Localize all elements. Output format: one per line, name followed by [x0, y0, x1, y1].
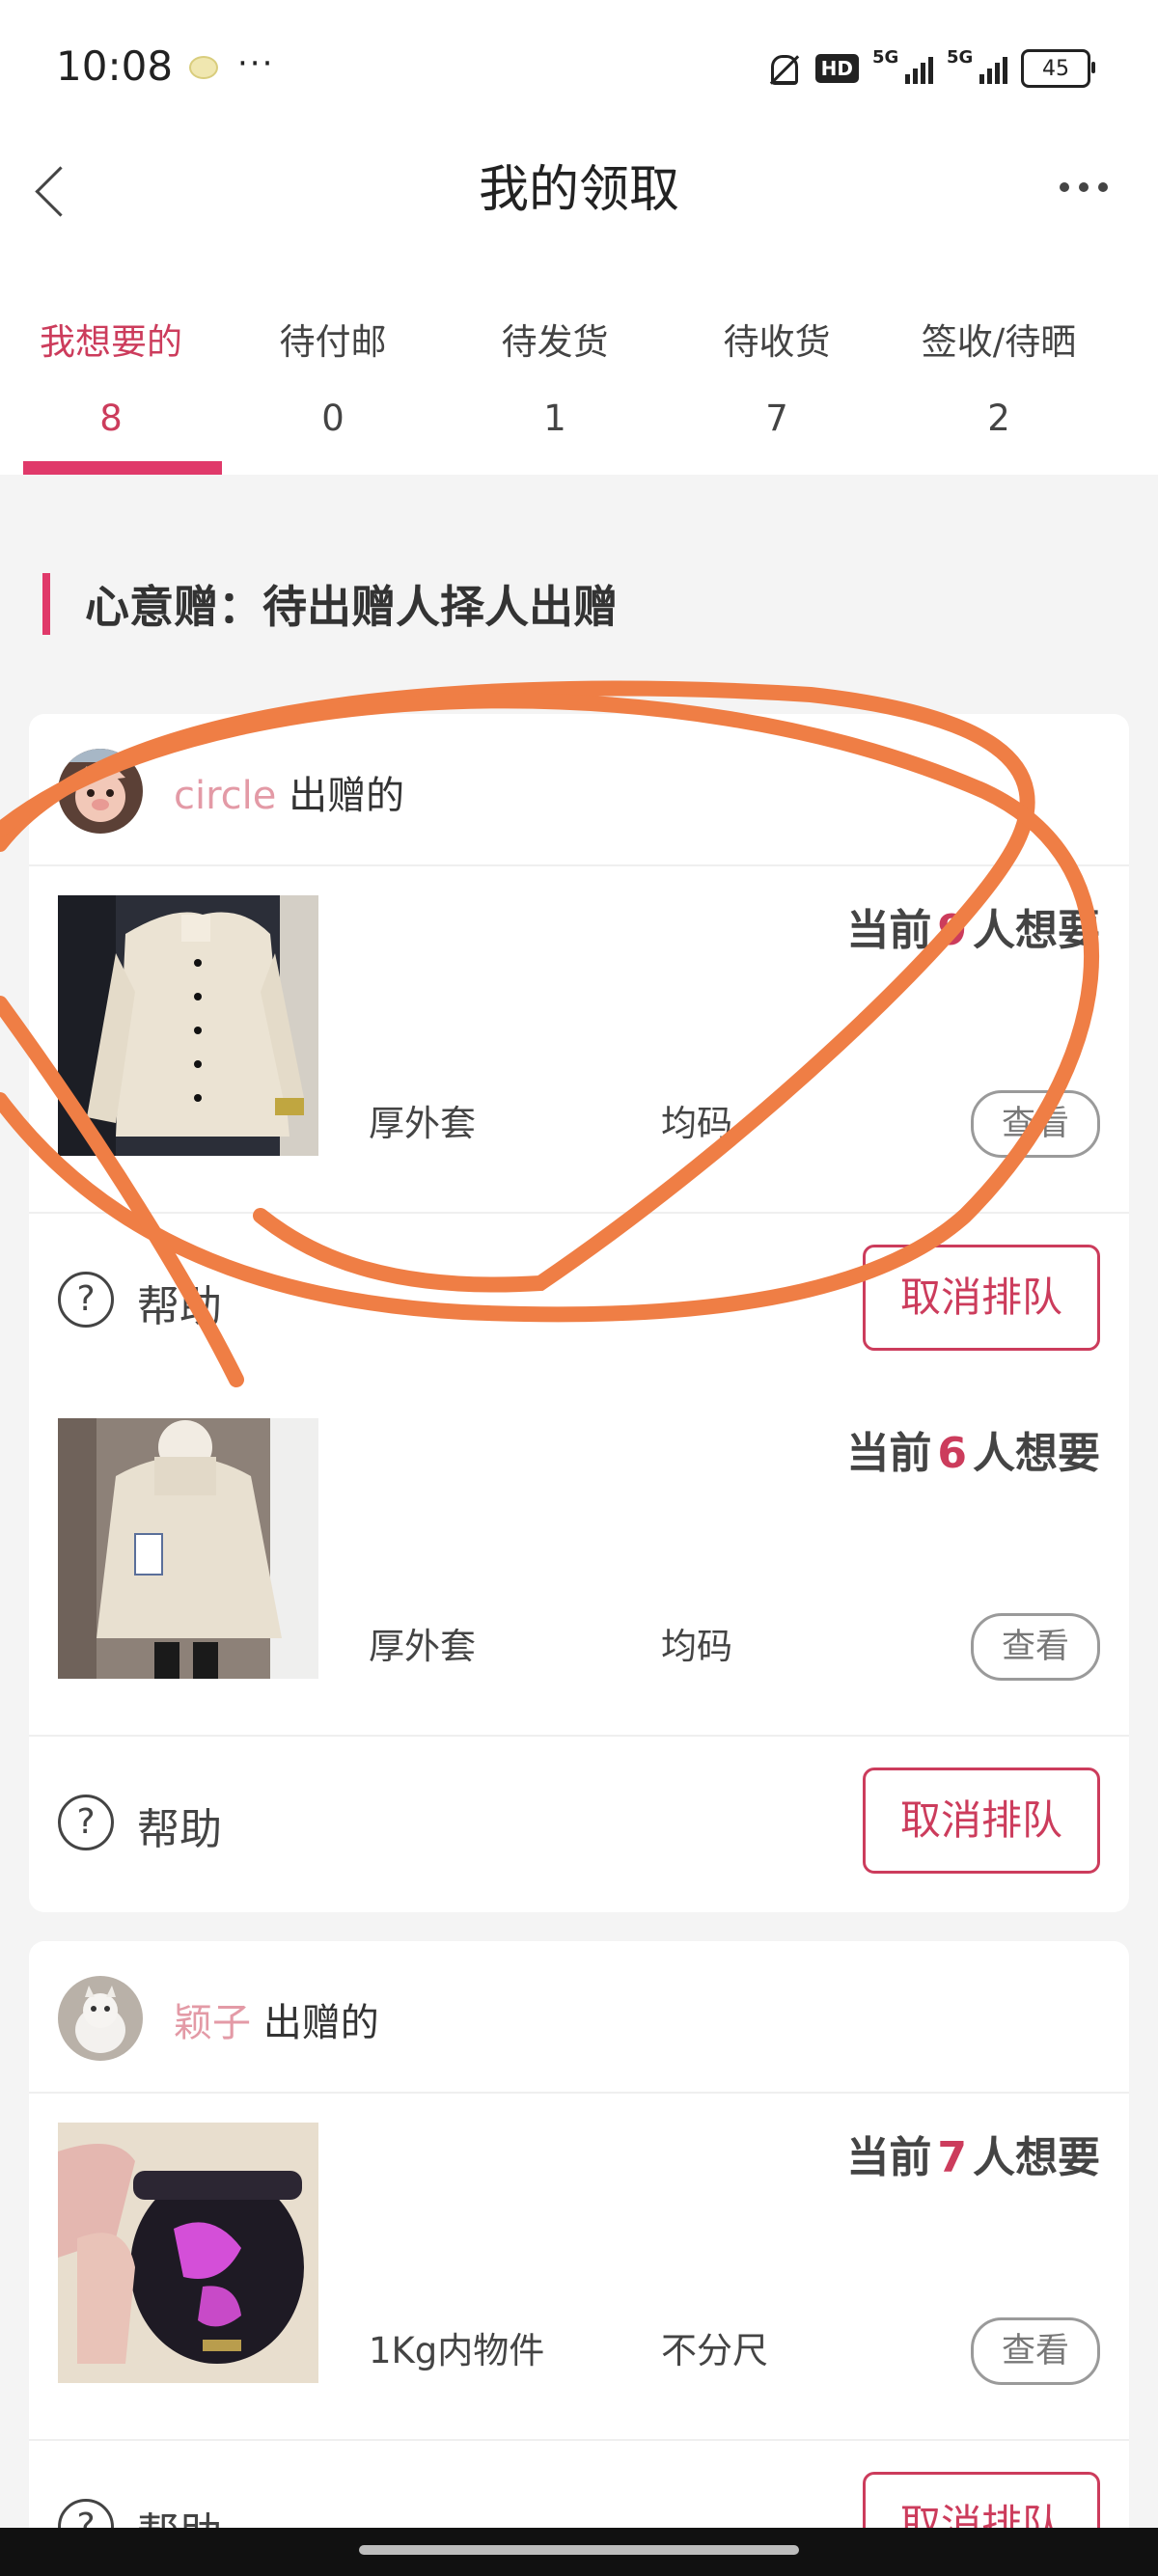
hd-icon: HD	[814, 54, 859, 83]
donor-suffix: 出赠的	[262, 2001, 379, 2045]
tab-count: 0	[321, 397, 345, 439]
cancel-queue-button[interactable]: 取消排队	[863, 1768, 1100, 1874]
card-header[interactable]: 颖子 出赠的	[29, 1941, 1129, 2094]
help-link[interactable]: 帮助	[137, 1795, 222, 1856]
gift-card: circle 出赠的 当前 9 人想要 厚外套 均码 查看 ? 帮助 取消排队 …	[29, 714, 1129, 1912]
want-count-text: 当前 6 人想要	[846, 1418, 1100, 1480]
page: 10:08 ··· HD 5G 5G 45 我的领取 我想要的 8 待付邮 0 …	[0, 0, 1158, 2576]
item-thumbnail[interactable]	[58, 1418, 318, 1679]
cancel-queue-button[interactable]: 取消排队	[863, 1245, 1100, 1351]
item-size: 均码	[661, 1626, 732, 1667]
want-count-text: 当前 9 人想要	[846, 895, 1100, 957]
item-size: 均码	[661, 1103, 732, 1144]
help-question-icon[interactable]: ?	[58, 1272, 114, 1328]
item-actions: ? 帮助 取消排队	[29, 1214, 1129, 1389]
home-indicator[interactable]	[359, 2545, 799, 2555]
item-size: 不分尺	[661, 2330, 768, 2371]
tab-label: 待发货	[501, 321, 609, 363]
tab-pending-receipt[interactable]: 待收货 7	[666, 251, 888, 475]
tab-signed-review[interactable]: 签收/待晒 2	[888, 251, 1110, 475]
tab-count: 7	[765, 397, 788, 439]
gift-item[interactable]: 当前 6 人想要 厚外套 均码 查看	[29, 1389, 1129, 1737]
donor-line: 颖子 出赠的	[174, 1991, 379, 2047]
item-thumbnail[interactable]	[58, 895, 318, 1156]
want-count: 7	[937, 2133, 967, 2182]
more-notifications-icon: ···	[237, 44, 275, 83]
active-tab-indicator	[23, 461, 222, 475]
mute-bell-icon	[763, 49, 802, 88]
want-suffix: 人想要	[973, 906, 1100, 955]
item-category: 厚外套	[369, 1626, 476, 1667]
want-prefix: 当前	[846, 1429, 932, 1478]
want-prefix: 当前	[846, 906, 932, 955]
tab-count: 2	[987, 397, 1010, 439]
want-suffix: 人想要	[973, 2133, 1100, 2182]
status-time: 10:08	[56, 42, 174, 90]
tab-label: 待收货	[723, 321, 831, 363]
donor-name[interactable]: 颖子	[174, 2001, 251, 2045]
help-question-icon[interactable]: ?	[58, 1795, 114, 1850]
item-actions: ? 帮助 取消排队	[29, 1737, 1129, 1912]
view-button[interactable]: 查看	[971, 1613, 1100, 1681]
signal-icon-2: 5G	[947, 47, 1007, 84]
gift-item[interactable]: 当前 7 人想要 1Kg内物件 不分尺 查看	[29, 2094, 1129, 2441]
battery-icon: 45	[1021, 49, 1095, 88]
battery-level: 45	[1042, 56, 1069, 81]
avatar[interactable]	[58, 1976, 143, 2061]
section-title: 心意赠：待出赠人择人出赠	[85, 581, 618, 633]
section-heading: 心意赠：待出赠人择人出赠	[42, 573, 618, 635]
tab-count: 8	[99, 397, 123, 439]
tab-label: 待付邮	[279, 321, 387, 363]
donor-name[interactable]: circle	[174, 774, 276, 818]
tab-pending-postage[interactable]: 待付邮 0	[222, 251, 444, 475]
want-count-text: 当前 7 人想要	[846, 2123, 1100, 2184]
avatar[interactable]	[58, 749, 143, 834]
gift-card: 颖子 出赠的 当前 7 人想要 1Kg内物件 不分尺 查看 ? 取消排队	[29, 1941, 1129, 2576]
tab-label: 签收/待晒	[921, 321, 1077, 363]
item-thumbnail[interactable]	[58, 2123, 318, 2383]
system-navigation-bar	[0, 2528, 1158, 2576]
tab-count: 1	[543, 397, 566, 439]
want-count: 6	[937, 1429, 967, 1478]
section-accent-bar	[42, 573, 50, 635]
view-button[interactable]: 查看	[971, 1090, 1100, 1158]
donor-suffix: 出赠的	[289, 774, 405, 818]
more-options-icon[interactable]	[1060, 176, 1114, 199]
tab-wanted[interactable]: 我想要的 8	[0, 251, 222, 475]
item-category: 厚外套	[369, 1103, 476, 1144]
signal-icon: 5G	[872, 47, 933, 84]
tab-label: 我想要的	[40, 321, 182, 363]
want-suffix: 人想要	[973, 1429, 1100, 1478]
view-button[interactable]: 查看	[971, 2317, 1100, 2385]
tab-pending-shipment[interactable]: 待发货 1	[444, 251, 666, 475]
want-prefix: 当前	[846, 2133, 932, 2182]
card-header[interactable]: circle 出赠的	[29, 714, 1129, 866]
help-link[interactable]: 帮助	[137, 1272, 222, 1333]
header: 我的领取	[0, 135, 1158, 251]
donor-line: circle 出赠的	[174, 764, 404, 820]
status-icons: HD 5G 5G 45	[763, 46, 1095, 91]
want-count: 9	[937, 906, 967, 955]
notification-app-icon	[189, 56, 218, 79]
tab-bar: 我想要的 8 待付邮 0 待发货 1 待收货 7 签收/待晒 2	[0, 251, 1158, 475]
page-title: 我的领取	[478, 161, 679, 219]
item-category: 1Kg内物件	[369, 2330, 545, 2371]
gift-item[interactable]: 当前 9 人想要 厚外套 均码 查看	[29, 866, 1129, 1214]
status-bar: 10:08 ··· HD 5G 5G 45	[0, 0, 1158, 135]
